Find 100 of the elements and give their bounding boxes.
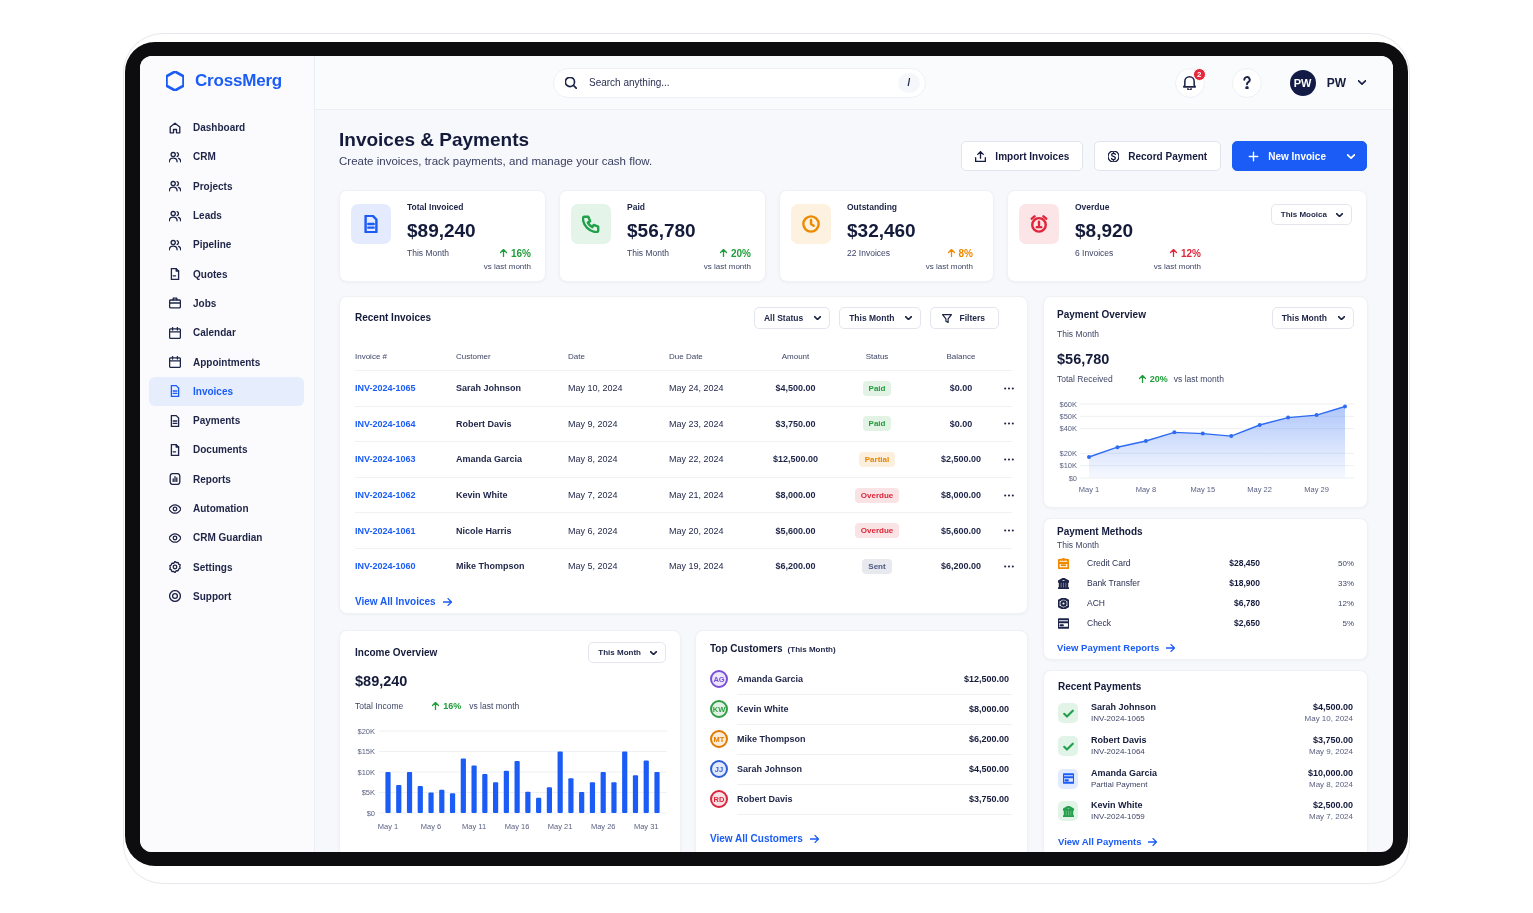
import-button[interactable]: Import Invoices [961,141,1084,171]
check-icon [1058,736,1078,757]
table-cell-text: $12,500.00 [771,454,819,465]
payment-reference: Partial Payment [1091,778,1149,791]
view-all-link[interactable]: View All Customers [710,832,819,846]
nav-item[interactable]: Leads [149,200,304,231]
period-select[interactable]: This Month [1271,307,1354,329]
nav-item[interactable]: Calendar [149,318,304,348]
bell-icon [1183,75,1197,90]
invoice-link[interactable]: INV-2024-1065 [355,383,416,394]
nav-item[interactable]: Dashboard [149,113,304,143]
nav-item[interactable]: CRM Guardian [149,523,304,553]
arrow-up-icon [432,702,440,710]
table-cell-text: May 19, 2024 [669,561,725,572]
comparison-text: vs last month [469,701,520,711]
chevron-down-icon [814,316,822,320]
table-cell-text: $0.00 [948,418,974,429]
more-icon[interactable] [1004,458,1014,461]
method-name: Credit Card [1087,558,1132,568]
nav-item[interactable]: Automation [149,493,304,524]
card-icon [1058,768,1078,789]
new-invoice-button[interactable]: New Invoice [1232,141,1367,171]
record-payment-button[interactable]: Record Payment [1094,141,1222,171]
status-badge: Partial [858,452,896,467]
chevron-down-icon [1336,212,1343,217]
comparison-text: vs last month [1173,374,1224,384]
nav-item[interactable]: CRM [149,142,304,172]
nav-item[interactable]: Projects [149,171,304,201]
nav-item[interactable]: Invoices [149,376,304,406]
target-icon [169,590,181,603]
page-title: Invoices & Payments [339,128,531,152]
customer-amount: $12,500.00 [963,673,1009,684]
nav-item[interactable]: Payments [149,405,304,436]
period-select[interactable]: This Mooica [1270,204,1352,225]
table-cell-text: Sarah Johnson [456,383,522,394]
status-badge: Overdue [854,523,900,539]
more-icon[interactable] [1004,564,1014,568]
help-button[interactable] [1231,67,1262,98]
users-icon [169,150,181,163]
users-icon [169,180,181,193]
more-icon[interactable] [1004,386,1014,390]
column-header: Date [568,351,586,361]
arrow-up-icon [947,249,955,257]
invoice-link[interactable]: INV-2024-1064 [355,418,416,429]
bar [482,774,488,813]
nav-item[interactable]: Appointments [149,347,304,377]
arrow-right-icon [1166,644,1176,652]
filters-button[interactable]: Filters [930,307,999,329]
table-cell-text: Mike Thompson [456,561,526,572]
more-icon[interactable] [1004,493,1014,497]
change-percent: 12% [1181,247,1201,259]
method-amount: $2,650 [1233,618,1260,628]
nav-item[interactable]: Settings [149,552,304,582]
stat-period: 22 Invoices [847,248,890,258]
calendar-icon [169,326,181,339]
table-cell-text: May 9, 2024 [568,418,619,429]
card-title: Recent Payments [1058,680,1143,694]
comparison-text: vs last month [925,261,973,273]
upload-icon [975,150,987,162]
nav-item[interactable]: Jobs [149,288,304,319]
clock-icon [791,204,831,244]
view-all-link[interactable]: View All Payments [1058,834,1158,849]
nav-item[interactable]: Quotes [149,259,304,289]
invoice-link[interactable]: INV-2024-1060 [355,561,416,572]
total-value: $56,780 [1057,350,1111,368]
filter-select[interactable]: All Status [753,307,831,329]
settings-icon [169,561,181,574]
invoice-link[interactable]: INV-2024-1063 [355,454,416,465]
nav-item[interactable]: Documents [149,435,304,465]
stat-period: 6 Invoices [1075,248,1114,258]
page-subtitle: Create invoices, track payments, and manage your cash flow. [339,154,653,168]
invoice-link[interactable]: INV-2024-1062 [355,490,416,501]
bar [428,792,434,813]
user-name[interactable]: PW [1326,75,1346,90]
nav-item[interactable]: Pipeline [149,230,304,260]
filter-select[interactable]: This Month [839,307,922,329]
column-header: Amount [780,351,811,361]
nav-item[interactable]: Support [149,581,304,612]
payer-name: Amanda Garcia [1091,766,1159,779]
chart-icon [169,473,181,486]
invoice-link[interactable]: INV-2024-1061 [355,525,416,536]
period-select[interactable]: This Month [588,642,666,663]
nav-item[interactable]: Reports [149,464,304,494]
customer-amount: $6,200.00 [968,733,1009,744]
chevron-down-icon[interactable] [1358,80,1366,85]
arrow-up-icon [1170,249,1177,257]
notifications-button[interactable]: 2 [1174,67,1205,98]
card-title: Payment Overview [1057,308,1146,322]
bar [568,778,574,813]
more-icon[interactable] [1004,529,1014,533]
payment-date: May 9, 2024 [1308,746,1353,759]
view-all-link[interactable]: View All Invoices [355,594,452,609]
table-cell-text: May 22, 2024 [669,454,725,465]
comparison-text: vs last month [703,261,751,273]
view-reports-link[interactable]: View Payment Reports [1057,641,1176,655]
stat-value: $89,240 [407,219,477,243]
user-avatar[interactable]: PW [1289,69,1316,96]
more-icon[interactable] [1004,422,1014,426]
payment-reference: INV-2024-1065 [1091,713,1146,726]
help-icon [1242,76,1251,89]
